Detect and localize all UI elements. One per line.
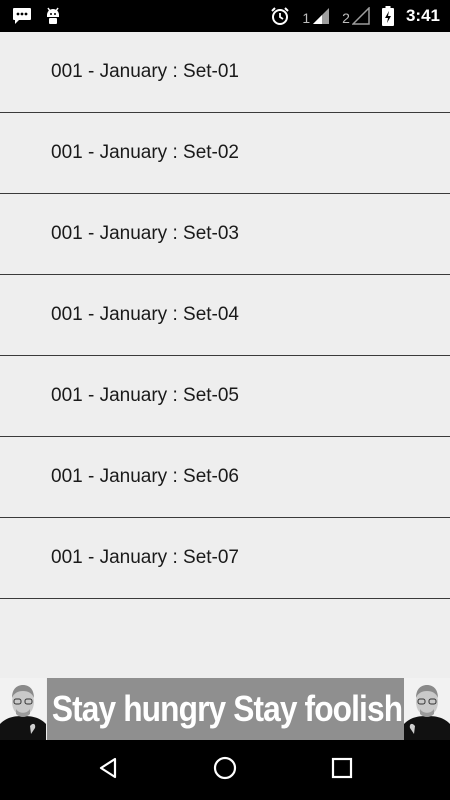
- home-icon: [212, 755, 238, 786]
- list-item[interactable]: 001 - January : Set-03: [0, 194, 450, 275]
- status-clock: 3:41: [405, 6, 440, 25]
- list-item[interactable]: 001 - January : Set-07: [0, 518, 450, 599]
- list-item-label: 001 - January : Set-03: [51, 223, 239, 244]
- home-button[interactable]: [205, 750, 245, 790]
- status-bar: 1 2 3:41: [0, 0, 450, 32]
- list-item[interactable]: 001 - January : Set-01: [0, 32, 450, 113]
- chat-notification-icon: [12, 7, 32, 25]
- signal-sim2-icon: 2: [342, 7, 370, 25]
- recents-button[interactable]: [322, 750, 362, 790]
- list-item[interactable]: 001 - January : Set-05: [0, 356, 450, 437]
- list-item[interactable]: 001 - January : Set-04: [0, 275, 450, 356]
- status-bar-notifications: [12, 6, 62, 26]
- list-item[interactable]: 001 - January : Set-02: [0, 113, 450, 194]
- list-item-label: 001 - January : Set-04: [51, 304, 239, 325]
- alarm-icon: [270, 6, 290, 26]
- list-item-label: 001 - January : Set-01: [51, 61, 239, 82]
- android-debug-icon: [44, 6, 62, 26]
- list-item-label: 001 - January : Set-06: [51, 466, 239, 487]
- list-item-label: 001 - January : Set-07: [51, 547, 239, 568]
- banner-quote: Stay hungry Stay foolish: [47, 678, 407, 740]
- set-list: 001 - January : Set-01 001 - January : S…: [0, 32, 450, 599]
- list-item[interactable]: 001 - January : Set-06: [0, 437, 450, 518]
- battery-charging-icon: [381, 6, 394, 26]
- portrait-image-right: [404, 678, 450, 740]
- status-bar-system: 1 2 3:41: [270, 6, 440, 26]
- portrait-image-left: [0, 678, 46, 740]
- back-button[interactable]: [88, 750, 128, 790]
- list-item-label: 001 - January : Set-05: [51, 385, 239, 406]
- recents-icon: [331, 757, 353, 784]
- signal-sim1-icon: 1: [302, 7, 330, 25]
- list-item-label: 001 - January : Set-02: [51, 142, 239, 163]
- banner-text: Stay hungry Stay foolish: [51, 688, 403, 729]
- navigation-bar: [0, 740, 450, 800]
- banner-ad[interactable]: Stay hungry Stay foolish: [0, 678, 450, 740]
- back-icon: [96, 756, 120, 785]
